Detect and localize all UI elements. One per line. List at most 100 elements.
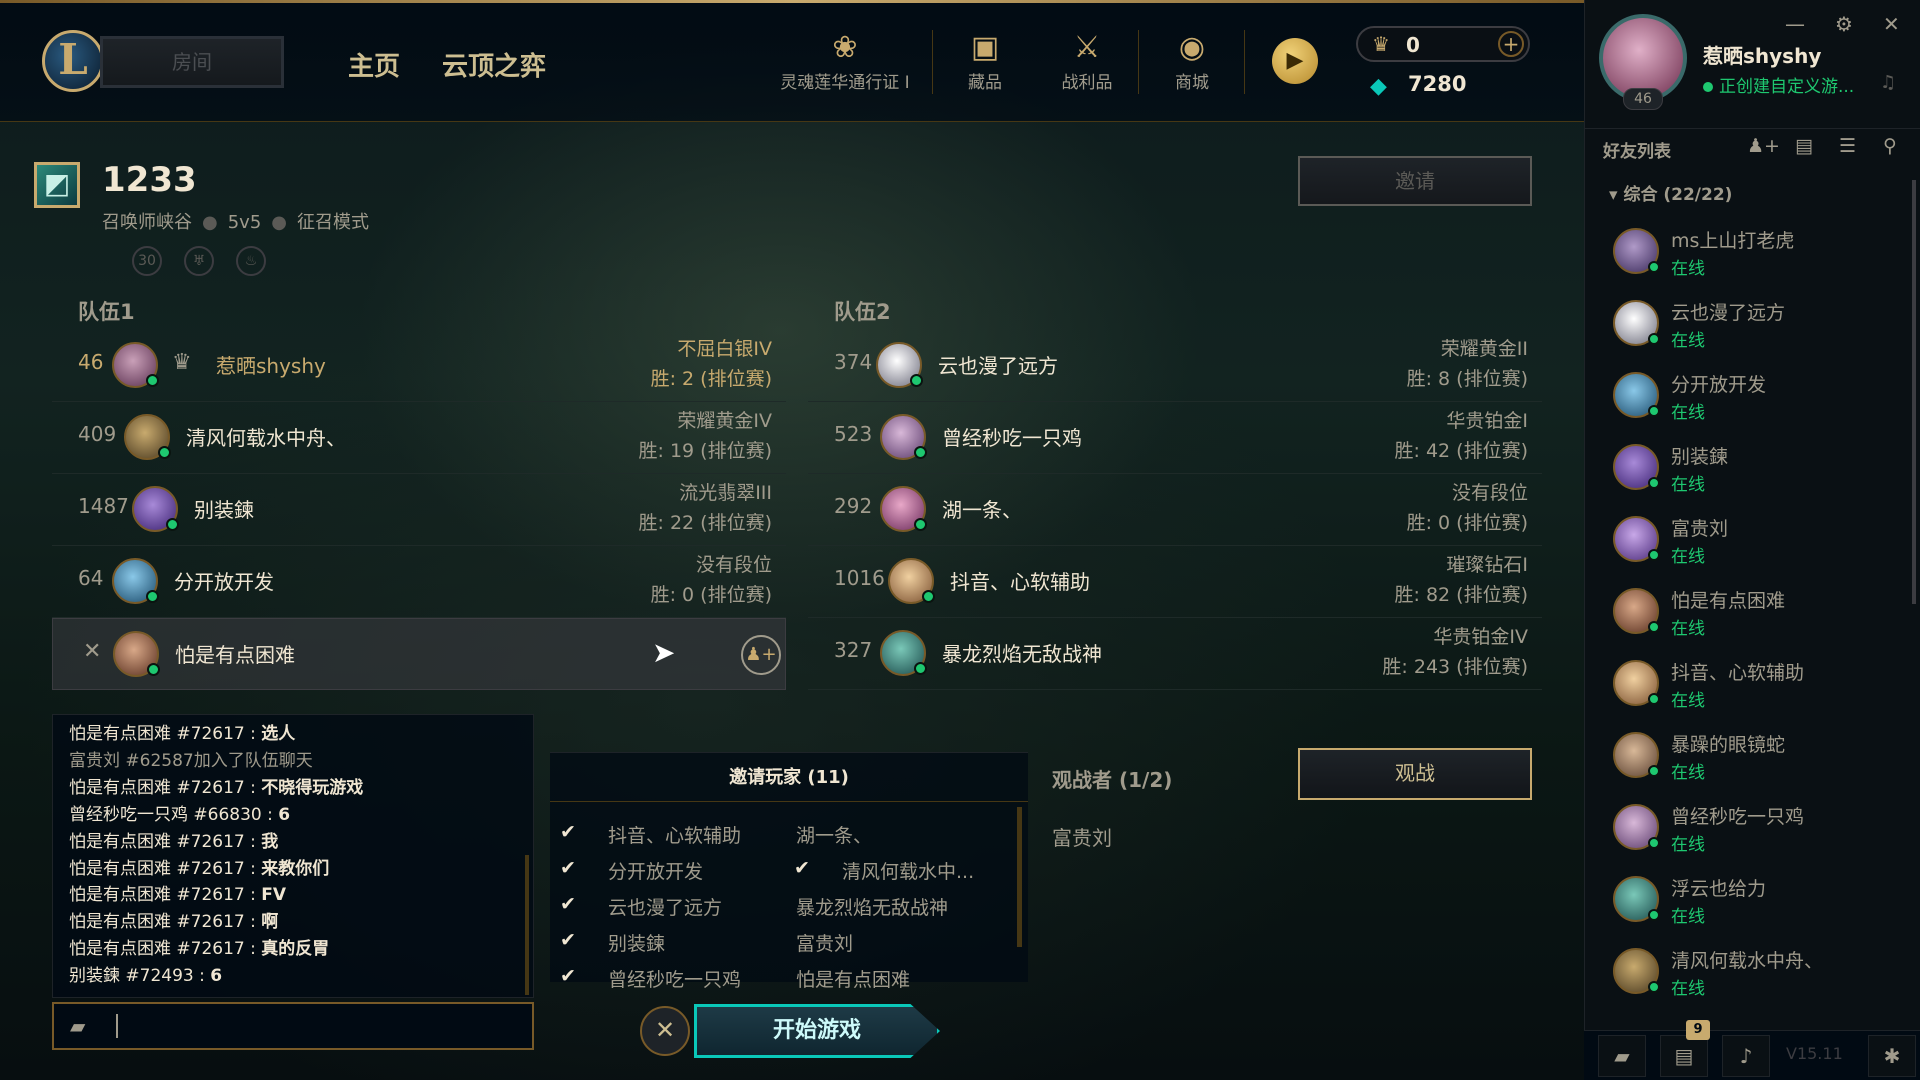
nav-pass[interactable]: ❀ 灵魂莲华通行证 I (770, 28, 920, 93)
team2-player-row[interactable]: 327 暴龙烈焰无敌战神 华贵铂金IV 胜: 243 (排位赛) (808, 618, 1542, 690)
nav-home[interactable]: 主页 (348, 46, 400, 83)
player-level: 1016 (834, 566, 885, 590)
chat-scrollbar[interactable] (525, 855, 529, 995)
player-name: 怕是有点困难 (175, 643, 295, 667)
chat-message: 怕是有点困难 #72617 : 不晓得玩游戏 (69, 777, 364, 798)
timer-icon: 30 (132, 246, 162, 276)
avatar[interactable] (888, 558, 935, 604)
missions-icon[interactable]: ▤ (1660, 1035, 1708, 1077)
friend-item[interactable]: 分开放开发 在线 (1603, 364, 1903, 436)
team2-player-row[interactable]: 1016 抖音、心软辅助 璀璨钻石I 胜: 82 (排位赛) (808, 546, 1542, 618)
invite-scrollbar[interactable] (1017, 807, 1022, 947)
add-friend-icon[interactable]: ♟+ (1747, 135, 1780, 157)
avatar[interactable] (876, 342, 923, 388)
avatar[interactable] (113, 631, 160, 677)
player-level: 374 (834, 350, 873, 374)
spectate-button[interactable]: 观战 (1298, 748, 1532, 800)
avatar[interactable] (880, 414, 927, 460)
invite-item[interactable]: 分开放开发 (608, 857, 703, 884)
friends-scrollbar[interactable] (1912, 180, 1916, 604)
chat-message: 怕是有点困难 #72617 : 啊 (69, 912, 279, 933)
friend-item[interactable]: 云也漫了远方 在线 (1603, 292, 1903, 364)
invite-button[interactable]: 邀请 (1298, 156, 1532, 206)
invite-item[interactable]: 湖一条、 (796, 821, 872, 848)
start-game-button[interactable]: 开始游戏 (694, 1004, 940, 1058)
friend-item[interactable]: 抖音、心软辅助 在线 (1603, 652, 1903, 724)
avatar[interactable] (112, 558, 159, 604)
lobby-chat-log[interactable]: 怕是有点困难 #72617 : 选人 富贵刘 #62587加入了队伍聊天 怕是有… (52, 714, 534, 998)
event-pass-icon[interactable]: ▶ (1272, 38, 1318, 84)
chat-input[interactable]: ▰ (52, 1002, 534, 1050)
team2-player-row[interactable]: 374 云也漫了远方 荣耀黄金II 胜: 8 (排位赛) (808, 330, 1542, 402)
friend-status: 在线 (1671, 907, 1705, 927)
invite-item[interactable]: 别装鍊 (608, 929, 665, 956)
bell-icon[interactable]: ♫ (1880, 72, 1896, 93)
bug-report-icon[interactable]: ✱ (1868, 1035, 1916, 1077)
chat-sender: 怕是有点困难 #72617 (69, 831, 245, 852)
add-folder-icon[interactable]: ▤ (1795, 135, 1813, 157)
invite-players-panel: 邀请玩家 (11) ✔ 抖音、心软辅助 ✔ 分开放开发 ✔ 云也漫了远方 ✔ 别… (550, 752, 1028, 991)
nav-loot[interactable]: ⚔ 战利品 (1052, 28, 1122, 93)
player-level: 46 (78, 350, 104, 374)
friend-item[interactable]: 暴躁的眼镜蛇 在线 (1603, 724, 1903, 796)
buy-rp-button[interactable]: + (1498, 31, 1524, 57)
leave-lobby-icon[interactable]: ✕ (640, 1006, 690, 1056)
team1-player-row[interactable]: 409 清风何载水中舟、 荣耀黄金IV 胜: 19 (排位赛) (52, 402, 786, 474)
team2-player-row[interactable]: 523 曾经秒吃一只鸡 华贵铂金I 胜: 42 (排位赛) (808, 402, 1542, 474)
avatar[interactable] (880, 630, 927, 676)
player-rank: 没有段位 (1451, 482, 1528, 504)
play-button[interactable]: 房间 (100, 36, 284, 88)
player-rank: 华贵铂金I (1446, 410, 1528, 432)
player-wins: 胜: 22 (排位赛) (638, 512, 772, 534)
close-icon[interactable]: ✕ (1883, 12, 1900, 36)
checkmark-icon: ✔ (560, 857, 576, 879)
checkmark-icon: ✔ (794, 857, 810, 879)
nav-store[interactable]: ◉ 商城 (1162, 28, 1222, 93)
team2-label: 队伍2 (834, 300, 891, 324)
friend-item[interactable]: 清风何载水中舟、 在线 (1603, 940, 1903, 1012)
spectators-title: 观战者 (1/2) (1052, 768, 1173, 792)
team1-player-row[interactable]: 64 分开放开发 没有段位 胜: 0 (排位赛) (52, 546, 786, 618)
team1-player-row[interactable]: 46 ♛ 惹晒shyshy 不屈白银IV 胜: 2 (排位赛) (52, 330, 786, 402)
friend-item[interactable]: 曾经秒吃一只鸡 在线 (1603, 796, 1903, 868)
avatar[interactable] (112, 342, 159, 388)
friend-item[interactable]: ms上山打老虎 在线 (1603, 220, 1903, 292)
avatar[interactable] (880, 486, 927, 532)
minimize-icon[interactable]: — (1785, 12, 1805, 36)
friend-item[interactable]: 浮云也给力 在线 (1603, 868, 1903, 940)
invite-item[interactable]: 云也漫了远方 (608, 893, 722, 920)
add-friend-icon[interactable]: ♟+ (741, 635, 781, 675)
friend-item[interactable]: 怕是有点困难 在线 (1603, 580, 1903, 652)
team1-player-row-selected[interactable]: ✕ 怕是有点困难 ♟+ (52, 618, 786, 690)
chat-text: 来教你们 (261, 858, 330, 879)
avatar[interactable] (124, 414, 171, 460)
invite-item[interactable]: 怕是有点困难 (796, 965, 910, 992)
gear-icon[interactable]: ⚙ (1835, 12, 1853, 36)
nav-collection[interactable]: ▣ 藏品 (955, 28, 1015, 93)
search-icon[interactable]: ⚲ (1883, 135, 1897, 157)
friend-item[interactable]: 别装鍊 在线 (1603, 436, 1903, 508)
chat-text: 不晓得玩游戏 (261, 777, 364, 798)
my-status[interactable]: 正创建自定义游... (1703, 72, 1854, 97)
invite-item[interactable]: 抖音、心软辅助 (608, 821, 741, 848)
team2-player-row[interactable]: 292 湖一条、 没有段位 胜: 0 (排位赛) (808, 474, 1542, 546)
kick-player-icon[interactable]: ✕ (83, 639, 101, 664)
invite-item[interactable]: 暴龙烈焰无敌战神 (796, 893, 948, 920)
list-view-icon[interactable]: ☰ (1839, 135, 1856, 157)
friend-status: 在线 (1671, 475, 1705, 495)
nav-tft[interactable]: 云顶之弈 (442, 46, 546, 83)
avatar (1613, 588, 1660, 634)
league-logo-icon[interactable]: L (42, 30, 104, 92)
team1-player-row[interactable]: 1487 别装鍊 流光翡翠III 胜: 22 (排位赛) (52, 474, 786, 546)
lobby-map: 召唤师峡谷 (102, 212, 192, 233)
avatar (1613, 804, 1660, 850)
chat-sender: 怕是有点困难 #72617 (69, 885, 245, 906)
invite-item[interactable]: 曾经秒吃一只鸡 (608, 965, 741, 992)
chat-icon[interactable]: ▰ (1598, 1035, 1646, 1077)
invite-item[interactable]: 富贵刘 (796, 929, 853, 956)
microphone-icon[interactable]: ♪ (1722, 1035, 1770, 1077)
invite-item[interactable]: 清风何载水中... (842, 857, 974, 884)
avatar[interactable] (132, 486, 179, 532)
friend-group-header[interactable]: ▾ 综合 (22/22) (1609, 180, 1732, 205)
friend-item[interactable]: 富贵刘 在线 (1603, 508, 1903, 580)
